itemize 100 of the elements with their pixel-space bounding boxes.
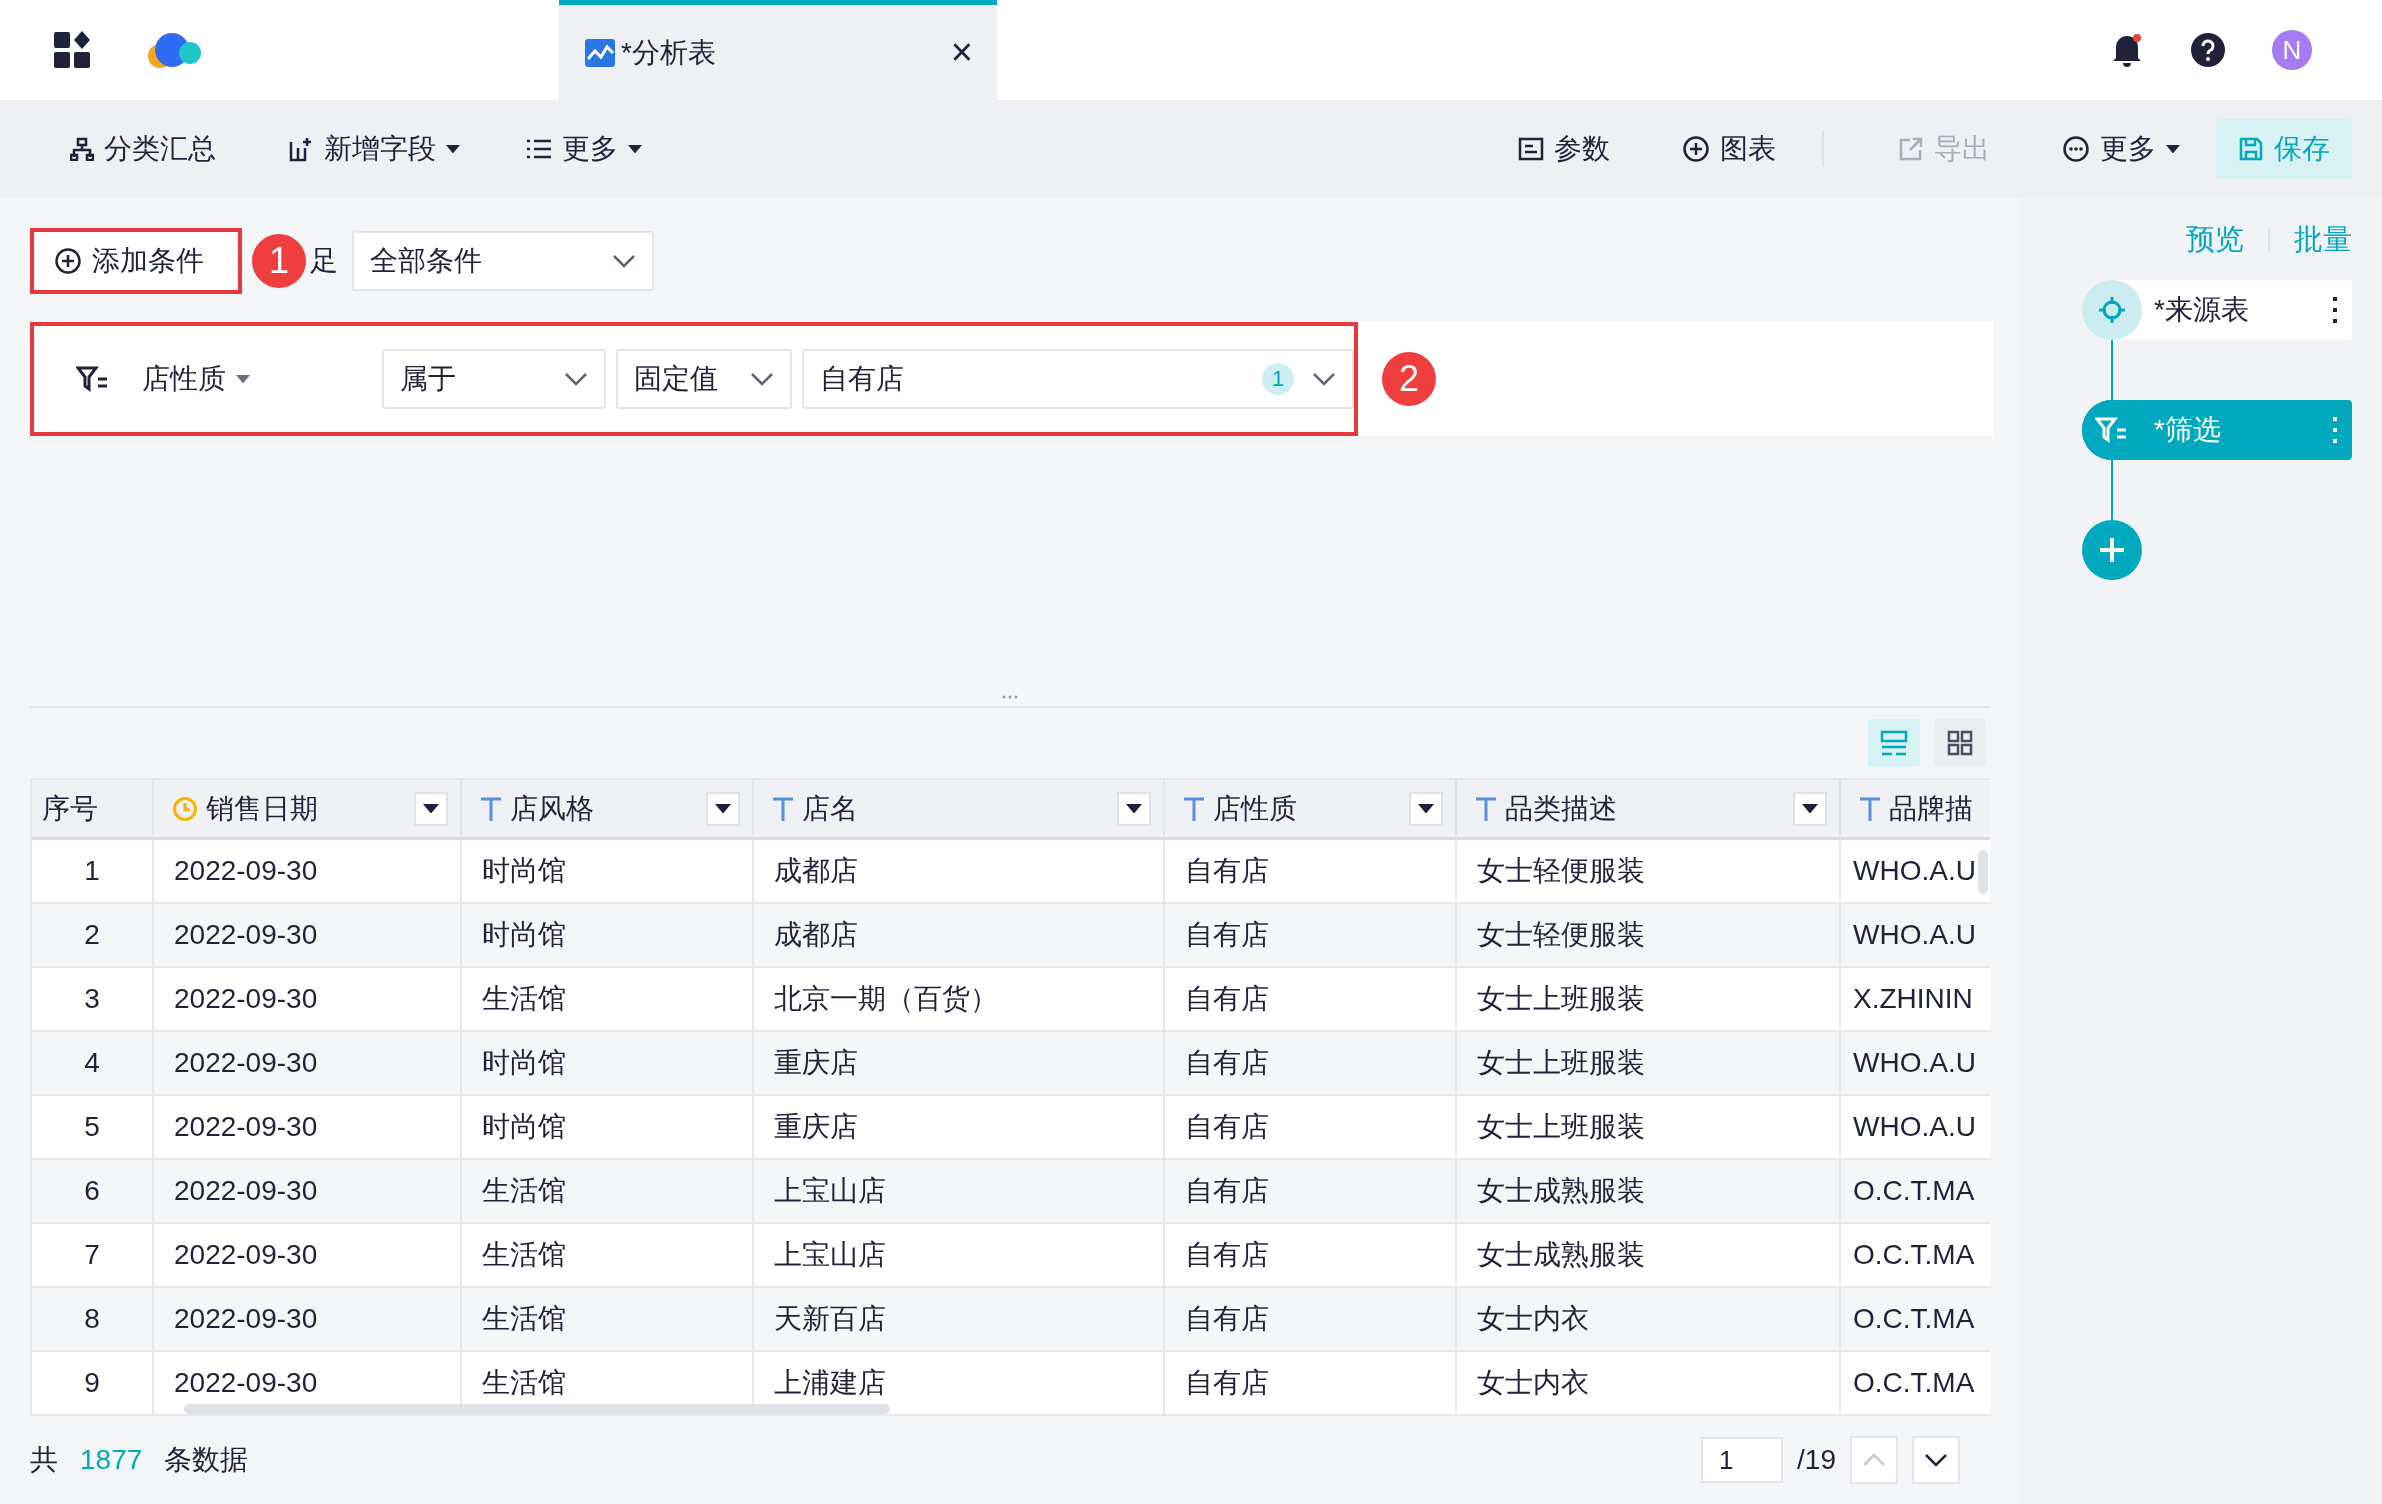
toolbar-button[interactable]: 新增字段 (266, 119, 482, 179)
match-select[interactable]: 全部条件 (352, 231, 654, 291)
toolbar-button[interactable]: 参数 (1496, 119, 1632, 179)
table-cell: 重庆店 (754, 1096, 1165, 1160)
match-label: 足 (310, 244, 338, 278)
plus-icon (2099, 537, 2125, 563)
flow-node[interactable]: *来源表 (2082, 280, 2352, 340)
text-type-icon (1859, 795, 1881, 822)
app-grid-icon[interactable] (52, 30, 92, 70)
table-cell: 生活馆 (462, 1288, 754, 1352)
list-icon (526, 138, 552, 160)
filter-icon (76, 365, 110, 393)
column-menu-button[interactable] (1409, 791, 1443, 826)
table-cell: 成都店 (754, 904, 1165, 968)
table-cell: 上宝山店 (754, 1224, 1165, 1288)
page-field[interactable]: 1 (1701, 1437, 1784, 1483)
table-cell: 自有店 (1165, 1096, 1457, 1160)
table-cell: 女士上班服装 (1457, 1096, 1841, 1160)
table-cell: 2022-09-30 (154, 1032, 462, 1096)
column-header: 品类描述 (1457, 778, 1841, 840)
table-cell: 2022-09-30 (154, 1288, 462, 1352)
drag-handle-icon[interactable] (1002, 695, 1018, 699)
chevron-down-icon (564, 372, 588, 386)
chevron-down-icon (612, 254, 636, 268)
plus-circle-icon (54, 247, 82, 275)
table-cell: 1 (32, 840, 154, 904)
table-cell: O.C.T.MA (1841, 1224, 1990, 1288)
caret-icon (446, 144, 460, 154)
table-cell: 4 (32, 1032, 154, 1096)
table-cell: 生活馆 (462, 1160, 754, 1224)
node-label: *筛选 (2154, 413, 2222, 447)
table-cell: 生活馆 (462, 968, 754, 1032)
grid-icon (1947, 730, 1973, 756)
operator-select[interactable]: 属于 (382, 349, 606, 409)
column-menu-button[interactable] (706, 791, 740, 826)
caret-icon (628, 144, 642, 154)
table-cell: 女士内衣 (1457, 1352, 1841, 1416)
toolbar-button[interactable]: 更多 (504, 119, 664, 179)
value-type-select[interactable]: 固定值 (616, 349, 792, 409)
vertical-scrollbar[interactable] (1978, 850, 1988, 894)
table-cell: 自有店 (1165, 1224, 1457, 1288)
column-menu-button[interactable] (414, 791, 448, 826)
table-cell: 2022-09-30 (154, 1096, 462, 1160)
table-cell: 2022-09-30 (154, 840, 462, 904)
table-cell: 女士轻便服装 (1457, 840, 1841, 904)
more-vertical-icon[interactable] (2332, 297, 2338, 323)
total-suffix: 条数据 (164, 1443, 249, 1477)
tab-title: *分析表 (621, 35, 717, 70)
grid-view-button[interactable] (1934, 719, 1986, 767)
close-button[interactable]: × (946, 31, 977, 74)
column-menu-button[interactable] (1117, 791, 1151, 826)
table-cell: 女士上班服装 (1457, 1032, 1841, 1096)
document-tab[interactable]: *分析表 × (559, 0, 997, 100)
table-cell: 自有店 (1165, 1288, 1457, 1352)
column-header: 序号 (32, 778, 154, 840)
table-cell: 重庆店 (754, 1032, 1165, 1096)
more-circle-icon (2062, 135, 2090, 163)
caret-icon (236, 374, 250, 384)
value-select[interactable]: 自有店 1 (802, 349, 1354, 409)
add-condition-button[interactable]: 添加条件 (30, 228, 242, 294)
toolbar-button[interactable]: 更多 (2040, 119, 2202, 179)
toolbar-button[interactable]: 分类汇总 (48, 119, 238, 179)
caret-icon (2166, 144, 2180, 154)
table-cell: 生活馆 (462, 1224, 754, 1288)
table-cell: 7 (32, 1224, 154, 1288)
add-column-icon (288, 136, 314, 162)
text-type-icon (1475, 795, 1497, 822)
column-header: 销售日期 (154, 778, 462, 840)
horizontal-scrollbar[interactable] (184, 1404, 890, 1414)
total-count: 1877 (80, 1444, 143, 1476)
count-badge: 1 (1262, 363, 1294, 395)
table-cell: 上浦建店 (754, 1352, 1165, 1416)
toolbar-button[interactable]: 图表 (1660, 119, 1798, 179)
save-icon (2238, 136, 2264, 162)
filter-icon (2095, 416, 2129, 444)
column-menu-button[interactable] (1793, 791, 1827, 826)
annotation-badge: 1 (252, 234, 306, 288)
target-icon (2098, 296, 2126, 324)
caret-icon (423, 803, 439, 814)
table-cell: 时尚馆 (462, 840, 754, 904)
field-select[interactable]: 店性质 (136, 359, 372, 399)
table-cell: 自有店 (1165, 1160, 1457, 1224)
add-node-button[interactable] (2082, 520, 2142, 580)
chevron-down-icon (750, 372, 774, 386)
plus-circle-icon (1682, 135, 1710, 163)
column-header: 品牌描 (1841, 778, 1990, 840)
table-cell: 2022-09-30 (154, 1160, 462, 1224)
next-page-button[interactable] (1912, 1436, 1960, 1484)
table-cell: 女士上班服装 (1457, 968, 1841, 1032)
table-cell: 2022-09-30 (154, 1224, 462, 1288)
table-cell: WHO.A.U (1841, 840, 1990, 904)
page-total: /19 (1797, 1444, 1836, 1476)
total-prefix: 共 (30, 1443, 58, 1477)
help-icon[interactable] (2190, 32, 2226, 68)
hierarchy-icon (70, 137, 94, 161)
table-cell: 2022-09-30 (154, 904, 462, 968)
table-cell: 北京一期（百货） (754, 968, 1165, 1032)
caret-icon (1418, 803, 1434, 814)
table-cell: 自有店 (1165, 1032, 1457, 1096)
table-cell: 自有店 (1165, 968, 1457, 1032)
